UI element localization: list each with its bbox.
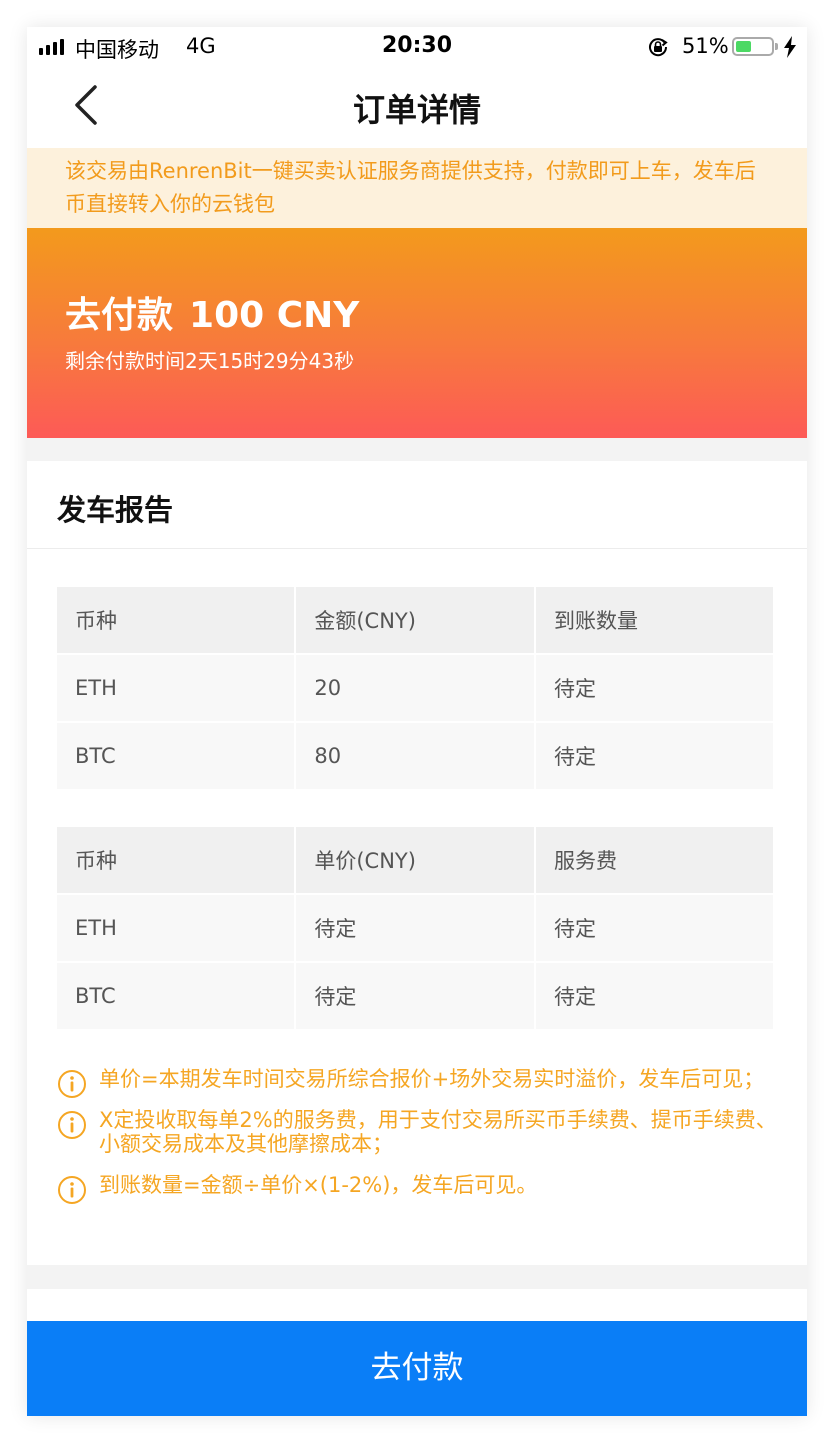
table-header-cell: 单价(CNY) [296,827,534,893]
table-cell: 80 [296,723,534,789]
table-cell: ETH [57,895,295,961]
battery-percent: 51% [682,34,729,58]
table-cell: 待定 [296,963,534,1029]
table-header-cell: 到账数量 [535,587,773,653]
table-header-row: 币种 金额(CNY) 到账数量 [57,587,773,653]
phone-screen: 中国移动 4G 20:30 51% 订单详情 该交易由RenrenBit一键买卖… [27,27,807,1416]
report-card: 发车报告 币种 金额(CNY) 到账数量 ETH 20 待定 BTC 80 待定 [27,461,807,1265]
table-cell: 待定 [296,895,534,961]
rotation-lock-icon [649,38,668,57]
payment-header: 去付款 100 CNY 剩余付款时间2天15时29分43秒 [27,228,807,438]
notes-list: 单价=本期发车时间交易所综合报价+场外交易实时溢价，发车后可见； X定投收取每单… [57,1067,777,1214]
table-cell: BTC [57,963,295,1029]
payment-label: 去付款 [65,295,174,336]
table-row: ETH 待定 待定 [57,895,773,961]
table-cell: BTC [57,723,295,789]
info-circle-icon [58,1176,86,1204]
note-item: 单价=本期发车时间交易所综合报价+场外交易实时溢价，发车后可见； [57,1067,777,1098]
pay-button[interactable]: 去付款 [27,1321,807,1416]
battery-icon [732,37,778,56]
payment-summary: 去付款 100 CNY [65,286,359,338]
table-cell: ETH [57,655,295,721]
price-table: 币种 单价(CNY) 服务费 ETH 待定 待定 BTC 待定 待定 [55,825,775,1031]
table-row: BTC 80 待定 [57,723,773,789]
table-header-row: 币种 单价(CNY) 服务费 [57,827,773,893]
table-row: ETH 20 待定 [57,655,773,721]
divider [27,548,807,549]
page-title: 订单详情 [352,91,481,129]
info-circle-icon [58,1111,86,1139]
info-circle-icon [58,1070,86,1098]
status-bar: 中国移动 4G 20:30 51% [27,27,807,67]
payment-countdown: 剩余付款时间2天15时29分43秒 [65,349,355,373]
amount-table: 币种 金额(CNY) 到账数量 ETH 20 待定 BTC 80 待定 [55,585,775,791]
service-notice: 该交易由RenrenBit一键买卖认证服务商提供支持，付款即可上车，发车后币直接… [27,148,807,228]
note-item: 到账数量=金额÷单价×(1-2%)，发车后可见。 [57,1173,777,1204]
note-text: 单价=本期发车时间交易所综合报价+场外交易实时溢价，发车后可见； [99,1067,765,1091]
table-header-cell: 币种 [57,587,295,653]
table-header-cell: 币种 [57,827,295,893]
note-text: 到账数量=金额÷单价×(1-2%)，发车后可见。 [99,1173,538,1197]
table-cell: 待定 [535,895,773,961]
note-text: X定投收取每单2%的服务费，用于支付交易所买币手续费、提币手续费、小额交易成本及… [99,1108,777,1156]
table-cell: 待定 [535,963,773,1029]
table-cell: 待定 [535,723,773,789]
note-item: X定投收取每单2%的服务费，用于支付交易所买币手续费、提币手续费、小额交易成本及… [57,1108,777,1156]
table-header-cell: 金额(CNY) [296,587,534,653]
section-title: 发车报告 [57,493,174,527]
navigation-bar: 订单详情 [27,67,807,148]
table-header-cell: 服务费 [535,827,773,893]
table-cell: 待定 [535,655,773,721]
table-row: BTC 待定 待定 [57,963,773,1029]
table-cell: 20 [296,655,534,721]
payment-amount: 100 CNY [189,295,360,336]
charging-bolt-icon [784,36,796,58]
